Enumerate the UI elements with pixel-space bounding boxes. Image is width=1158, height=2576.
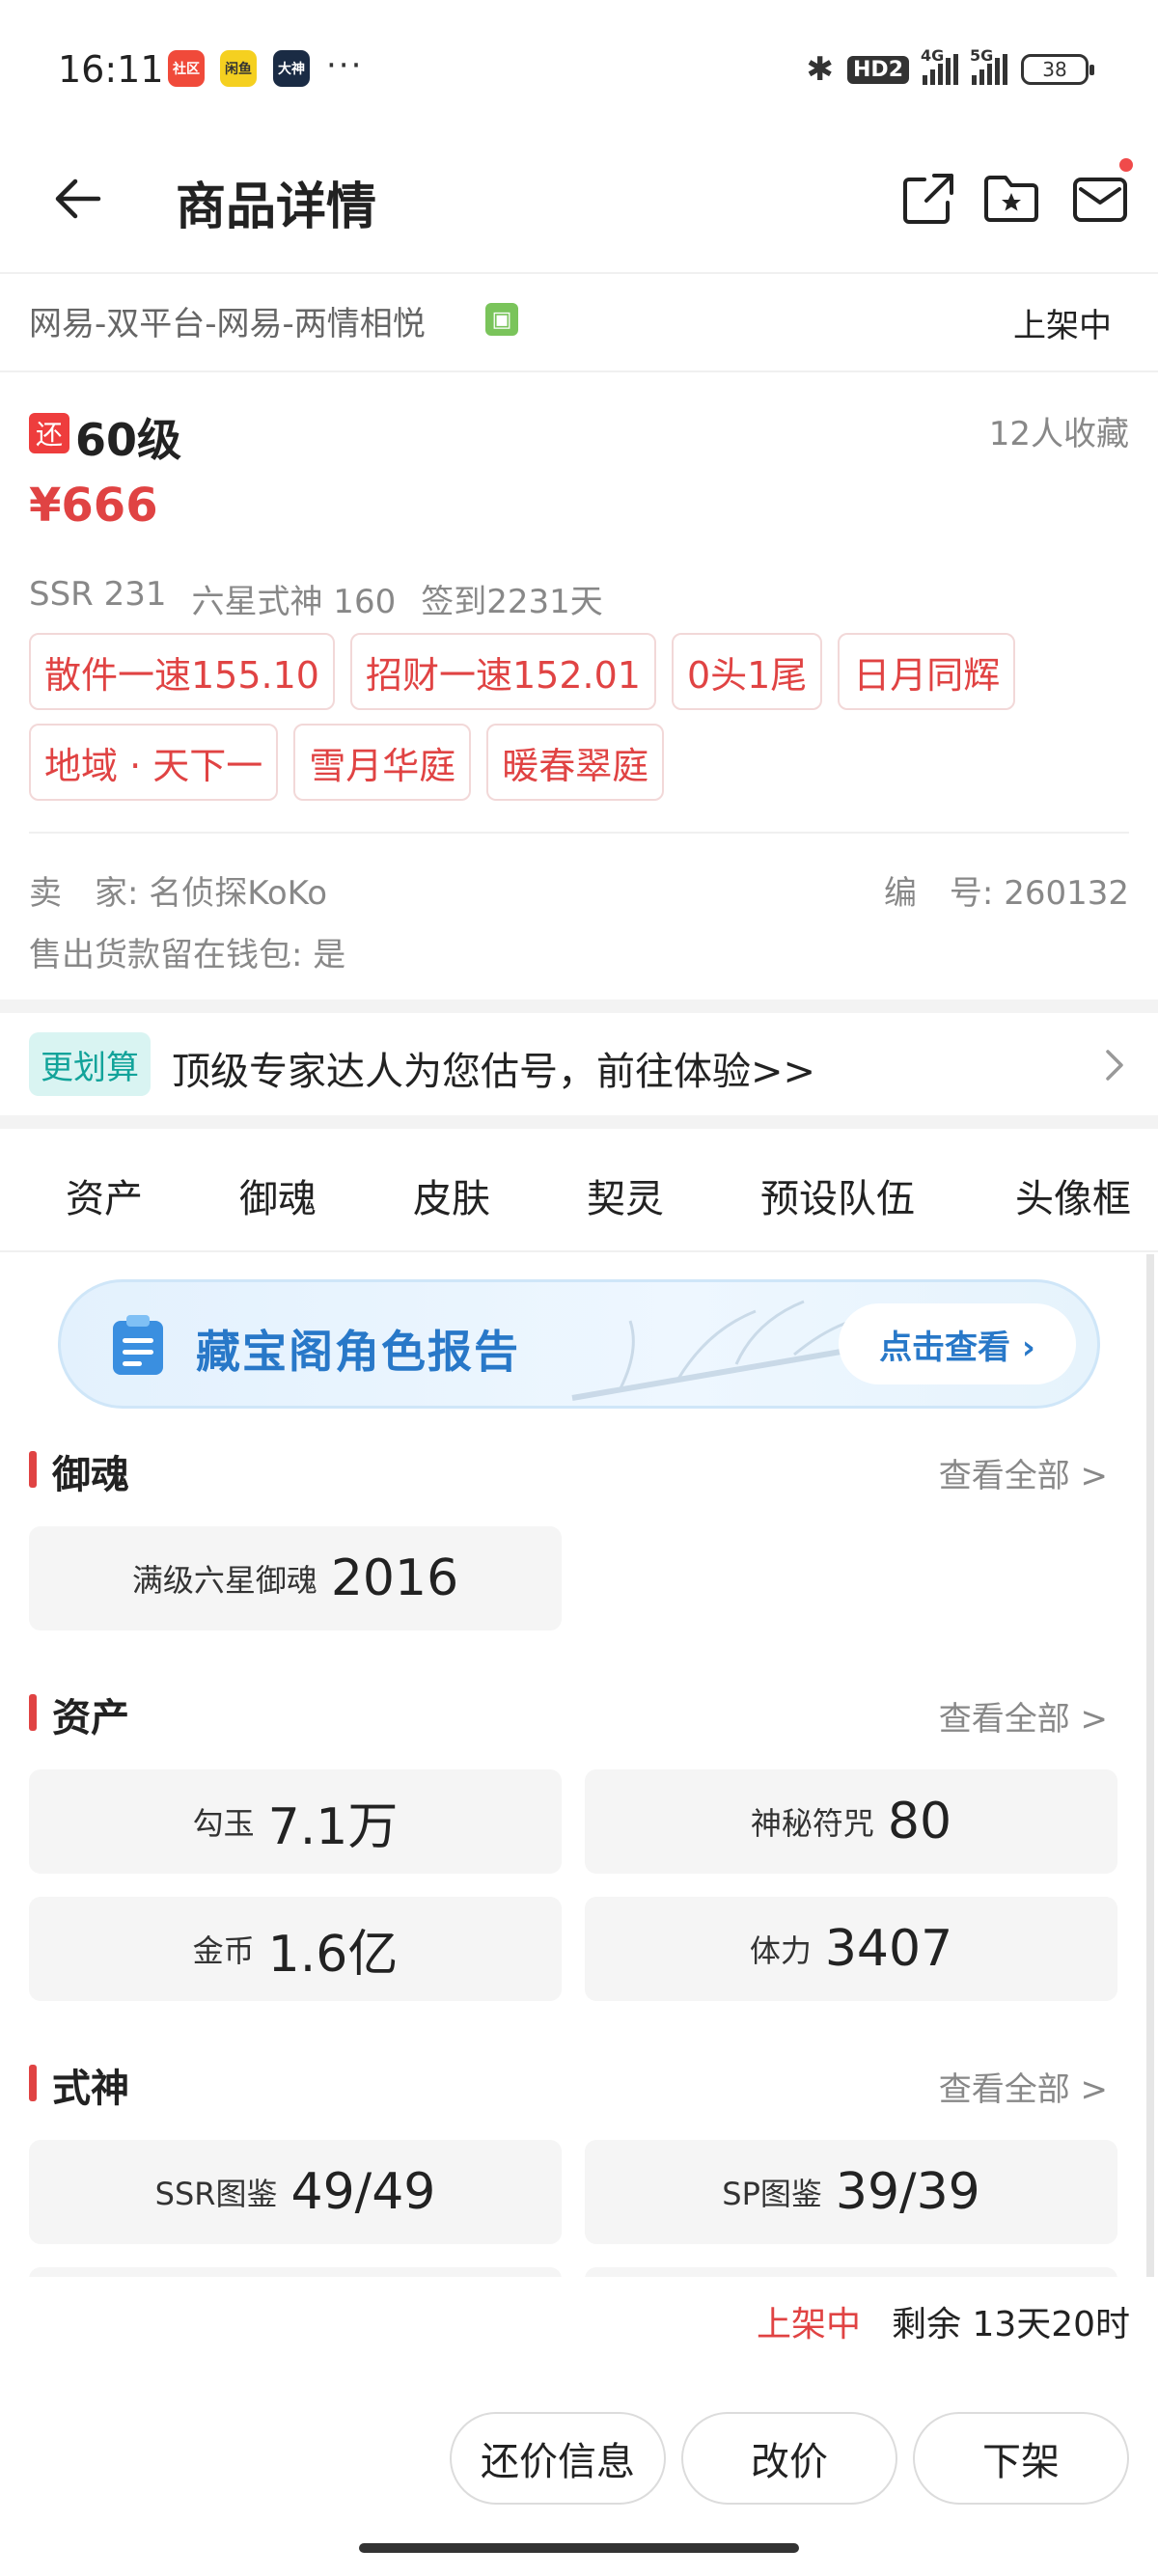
share-icon[interactable] bbox=[897, 168, 959, 230]
character-level: 60级 bbox=[75, 414, 182, 466]
stat-signin: 签到2231天 bbox=[421, 583, 603, 621]
tab-yuhun[interactable]: 御魂 bbox=[239, 1167, 317, 1223]
stat-value: 3407 bbox=[824, 1920, 953, 1978]
feature-tag: 暖春翠庭 bbox=[486, 724, 665, 801]
stat-value: 7.1万 bbox=[267, 1797, 399, 1856]
mail-icon[interactable] bbox=[1069, 168, 1131, 230]
section-gap bbox=[0, 1115, 1158, 1129]
role-report-banner[interactable]: 藏宝阁角色报告 点击查看 › bbox=[58, 1279, 1100, 1409]
signal-4g-icon: 4G bbox=[921, 46, 958, 85]
back-arrow-icon[interactable] bbox=[50, 170, 108, 228]
status-indicators: ✱ HD2 4G 5G 38 bbox=[806, 46, 1094, 89]
feature-tag: 招财一速152.01 bbox=[349, 633, 656, 710]
category-tabs: 资产 御魂 皮肤 契灵 预设队伍 头像框 bbox=[0, 1129, 1158, 1252]
page-title: 商品详情 bbox=[176, 178, 377, 236]
report-title: 藏宝阁角色报告 bbox=[196, 1326, 520, 1378]
home-indicator[interactable] bbox=[359, 2543, 799, 2553]
stat-label: SSR图鉴 bbox=[154, 2176, 278, 2212]
feature-tag: 0头1尾 bbox=[671, 633, 823, 710]
stat-card: 神秘符咒 80 bbox=[585, 1769, 1117, 1874]
status-time: 16:11 bbox=[58, 48, 164, 91]
stat-value: 1.6亿 bbox=[267, 1925, 399, 1984]
haggle-badge: 还 bbox=[29, 413, 69, 453]
promo-badge: 更划算 bbox=[29, 1032, 151, 1096]
app-header: 商品详情 bbox=[0, 135, 1158, 274]
stat-card: SSR图鉴 49/49 bbox=[29, 2140, 562, 2244]
stat-six-star: 六星式神 160 bbox=[191, 583, 397, 621]
feature-tag: 日月同辉 bbox=[838, 633, 1016, 710]
chevron-right-icon bbox=[1106, 1050, 1123, 1081]
stat-label: 金币 bbox=[192, 1932, 255, 1969]
feature-tags: 散件一速155.10 招财一速152.01 0头1尾 日月同辉 地域 · 天下一… bbox=[29, 633, 1110, 801]
see-all-shishen-link[interactable]: 查看全部 > bbox=[939, 2063, 1108, 2110]
tab-qiling[interactable]: 契灵 bbox=[587, 1167, 664, 1223]
section-title-yuhun: 御魂 bbox=[29, 1443, 129, 1499]
serial-number: 编 号: 260132 bbox=[883, 874, 1129, 913]
section-title-assets: 资产 bbox=[29, 1686, 129, 1742]
folder-star-icon[interactable] bbox=[980, 168, 1042, 230]
tab-skins[interactable]: 皮肤 bbox=[413, 1167, 490, 1223]
haggle-info-button[interactable]: 还价信息 bbox=[450, 2412, 666, 2505]
stat-label: SP图鉴 bbox=[722, 2176, 822, 2212]
stat-card: 满级六星御魂 2016 bbox=[29, 1526, 562, 1631]
stat-card: 勾玉 7.1万 bbox=[29, 1769, 562, 1874]
see-all-assets-link[interactable]: 查看全部 > bbox=[939, 1692, 1108, 1740]
seller-info: 卖 家: 名侦探KoKo bbox=[29, 874, 328, 913]
stat-card: SP图鉴 39/39 bbox=[585, 2140, 1117, 2244]
view-report-button[interactable]: 点击查看 › bbox=[839, 1303, 1076, 1384]
tab-preset-teams[interactable]: 预设队伍 bbox=[760, 1167, 915, 1223]
app-notification-icon: 大神 bbox=[273, 50, 310, 87]
stat-label: 勾玉 bbox=[192, 1805, 255, 1842]
bluetooth-icon: ✱ bbox=[806, 50, 835, 89]
clipboard-icon bbox=[113, 1315, 163, 1375]
app-notification-icon: 闲鱼 bbox=[220, 50, 257, 87]
scrollbar[interactable] bbox=[1146, 1254, 1154, 2277]
unread-dot bbox=[1119, 158, 1133, 172]
stat-label: 神秘符咒 bbox=[750, 1805, 874, 1842]
android-icon: ▣ bbox=[485, 303, 518, 336]
listing-status-label: 上架中 bbox=[757, 2305, 862, 2344]
feature-tag: 散件一速155.10 bbox=[29, 633, 335, 710]
stat-value: 49/49 bbox=[290, 2163, 436, 2221]
delist-button[interactable]: 下架 bbox=[913, 2412, 1129, 2505]
wallet-info: 售出货款留在钱包: 是 bbox=[29, 936, 346, 974]
signal-5g-icon: 5G bbox=[970, 46, 1007, 85]
hd-voice-icon: HD2 bbox=[847, 55, 909, 84]
stat-card: 体力 3407 bbox=[585, 1897, 1117, 2001]
battery-icon: 38 bbox=[1021, 54, 1094, 85]
server-name: 网易-双平台-网易-两情相悦 bbox=[29, 305, 426, 343]
stat-label: 满级六星御魂 bbox=[131, 1562, 317, 1599]
feature-tag: 雪月华庭 bbox=[293, 724, 472, 801]
stat-ssr: SSR 231 bbox=[29, 575, 167, 614]
bamboo-decoration bbox=[571, 1300, 853, 1401]
server-row: 网易-双平台-网易-两情相悦 ▣ 上架中 bbox=[0, 276, 1158, 372]
app-notification-icon: 社区 bbox=[168, 50, 205, 87]
appraisal-promo[interactable]: 更划算 顶级专家达人为您估号，前往体验>> bbox=[0, 1015, 1158, 1115]
divider bbox=[29, 832, 1129, 834]
time-remaining: 剩余 13天20时 bbox=[892, 2305, 1131, 2344]
stat-card: 金币 1.6亿 bbox=[29, 1897, 562, 2001]
stat-label: 体力 bbox=[749, 1932, 812, 1969]
status-bar: 16:11 社区 闲鱼 大神 ··· ✱ HD2 4G 5G 38 bbox=[0, 0, 1158, 135]
section-title-shishen: 式神 bbox=[29, 2057, 129, 2113]
feature-tag: 地域 · 天下一 bbox=[29, 724, 279, 801]
promo-text: 顶级专家达人为您估号，前往体验>> bbox=[172, 1050, 816, 1094]
section-gap bbox=[0, 1000, 1158, 1013]
tab-avatar-frames[interactable]: 头像框 bbox=[1015, 1167, 1131, 1223]
tab-assets[interactable]: 资产 bbox=[66, 1167, 143, 1223]
change-price-button[interactable]: 改价 bbox=[681, 2412, 897, 2505]
more-notifications-icon: ··· bbox=[326, 46, 364, 85]
stat-value: 2016 bbox=[330, 1549, 459, 1607]
price: ¥666 bbox=[29, 479, 158, 533]
stat-value: 80 bbox=[887, 1793, 952, 1850]
account-stats: SSR 231 六星式神 160 签到2231天 bbox=[29, 575, 603, 622]
bottom-action-bar: 上架中 剩余 13天20时 还价信息 改价 下架 bbox=[0, 2277, 1158, 2576]
favorites-count: 12人收藏 bbox=[988, 415, 1129, 453]
see-all-yuhun-link[interactable]: 查看全部 > bbox=[939, 1449, 1108, 1496]
listing-status: 上架中 bbox=[1013, 307, 1112, 345]
stat-value: 39/39 bbox=[835, 2163, 980, 2221]
